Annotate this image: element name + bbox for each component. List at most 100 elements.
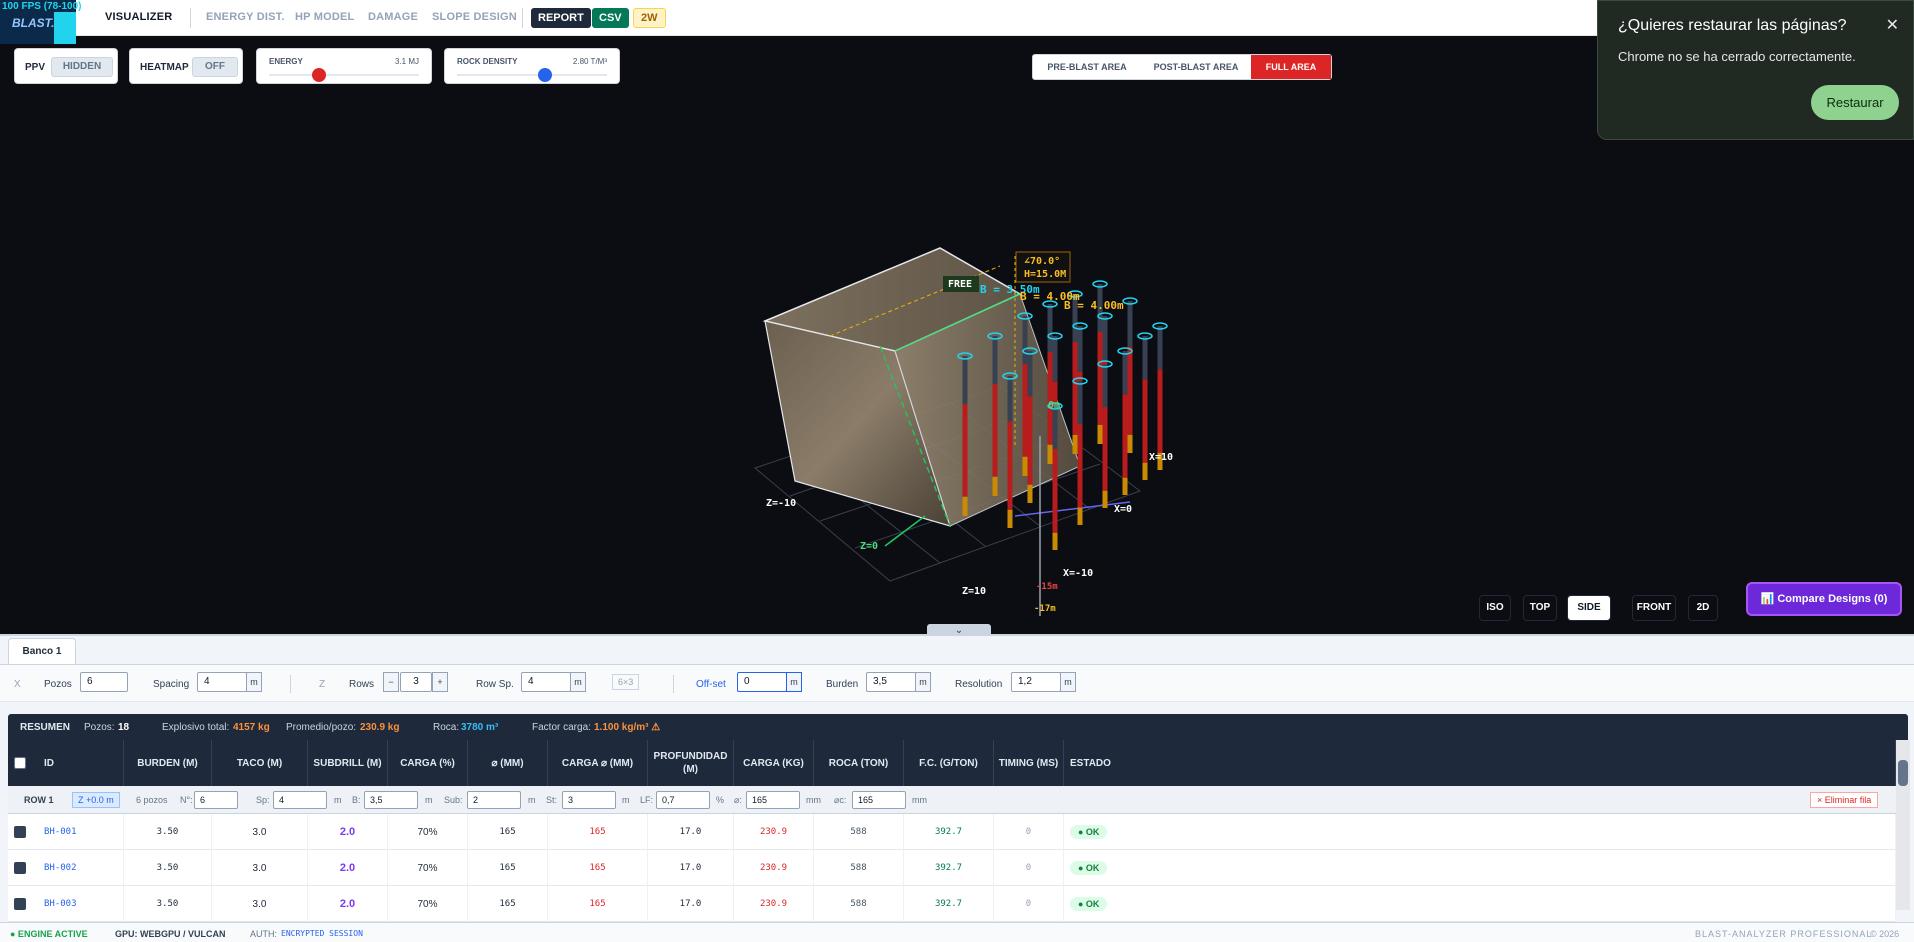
row-diam-input[interactable]: 165 (746, 791, 800, 809)
rows-decrement-button[interactable]: − (383, 672, 399, 692)
brand-name: BLAST-ANALYZER PROFESSIONAL (1695, 929, 1873, 939)
free-face-label: FREE (948, 279, 972, 290)
summary-average-label: Promedio/pozo: (286, 722, 357, 733)
x-axis-label: X (14, 679, 21, 690)
select-all-checkbox[interactable] (14, 757, 26, 769)
rows-increment-button[interactable]: + (432, 672, 448, 692)
nav-hp-model[interactable]: HP MODEL (295, 11, 354, 23)
view-2d-button[interactable]: 2D (1688, 595, 1718, 621)
nav-visualizer[interactable]: VISUALIZER (105, 11, 172, 23)
table-row[interactable]: BH-003 3.50 3.0 2.0 70% 165 165 17.0 230.9 588 392… (8, 886, 1896, 922)
row-checkbox[interactable] (14, 898, 26, 910)
table-cell: 588 (814, 850, 904, 886)
csv-button[interactable]: CSV (592, 8, 629, 28)
blast-hole[interactable] (1152, 322, 1168, 470)
row-charge-diam-input[interactable]: 165 (852, 791, 906, 809)
burden-label: Burden (826, 679, 859, 690)
column-header: ROCA (TON) (814, 740, 904, 786)
cell-id[interactable]: BH-001 (44, 827, 77, 837)
row-diam-unit: mm (806, 795, 821, 805)
scrollbar-thumb[interactable] (1898, 760, 1908, 786)
cell-taco: 3.0 (252, 862, 267, 874)
view-top-button[interactable]: TOP (1523, 595, 1557, 621)
resolution-input[interactable]: 1,2 (1011, 672, 1061, 692)
view-side-button[interactable]: SIDE (1567, 595, 1611, 621)
row-b-input[interactable]: 3,5 (364, 791, 418, 809)
axis-z-0-label: Z=0 (860, 541, 878, 552)
column-header: BURDEN (M) (124, 740, 212, 786)
offset-input[interactable]: 0 (737, 672, 787, 692)
restore-button[interactable]: Restaurar (1811, 85, 1899, 120)
close-icon[interactable]: ✕ (1886, 15, 1899, 35)
axis-x-0-label: X=0 (1114, 504, 1132, 515)
auth-label: AUTH: (250, 929, 277, 939)
cell-carga-kg: 230.9 (759, 827, 788, 837)
row-sub-label: Sub: (444, 795, 463, 805)
table-cell: BH-003 (38, 886, 124, 922)
pozos-input[interactable]: 6 (80, 672, 128, 692)
zero-label: 0m (1048, 400, 1060, 411)
depth-15-label: -15m (1036, 582, 1058, 592)
row-st-input[interactable]: 3 (562, 791, 616, 809)
design-panel: Banco 1 X Pozos 6 Spacing 4 m Z Rows − 3… (0, 636, 1914, 942)
row-st-unit: m (622, 795, 630, 805)
depth-17-label: -17m (1034, 604, 1056, 614)
burden-input[interactable]: 3,5 (866, 672, 916, 692)
cell-id[interactable]: BH-002 (44, 863, 77, 873)
summary-rock: 3780 m³ (461, 722, 499, 733)
row-group-label: ROW 1 (24, 795, 54, 805)
table-cell: 2.0 (308, 814, 388, 850)
table-cell: 3.50 (124, 814, 212, 850)
grid-size-badge: 6×3 (612, 674, 640, 690)
table-cell: BH-001 (38, 814, 124, 850)
resolution-label: Resolution (955, 679, 1003, 690)
cell-diam: 165 (499, 863, 516, 873)
table-cell: 165 (548, 814, 648, 850)
nav-energy[interactable]: ENERGY DIST. (206, 11, 285, 23)
report-button[interactable]: REPORT (531, 8, 591, 28)
summary-bar: RESUMEN Pozos: 18 Explosivo total: 4157 … (8, 714, 1908, 740)
row-lf-input[interactable]: 0,7 (656, 791, 710, 809)
cell-carga-pct: 70% (417, 826, 438, 838)
table-cell: 2.0 (308, 886, 388, 922)
nav-damage[interactable]: DAMAGE (368, 11, 418, 23)
burden-label-3: B = 4.00m (1064, 299, 1124, 312)
height-label: H=15.0M (1024, 269, 1066, 280)
column-header: TIMING (MS) (994, 740, 1064, 786)
row-count: 6 pozos (136, 795, 168, 805)
tab-banco-1[interactable]: Banco 1 (8, 638, 76, 664)
dialog-title: ¿Quieres restaurar las páginas? (1618, 17, 1847, 34)
status-badge: ● OK (1070, 861, 1108, 875)
row-diam-label: ⌀: (734, 795, 742, 805)
summary-factor: 1.100 kg/m³ ⚠ (594, 722, 661, 733)
row-lf-unit: % (716, 795, 725, 805)
row-checkbox[interactable] (14, 826, 26, 838)
column-header: PROFUNDIDAD (M) (648, 740, 734, 786)
row-checkbox[interactable] (14, 862, 26, 874)
column-header: CARGA (%) (388, 740, 468, 786)
rows-input[interactable]: 3 (400, 672, 432, 692)
spacing-unit: m (246, 672, 262, 692)
view-iso-button[interactable]: ISO (1479, 595, 1511, 621)
axis-z-neg10-label: Z=-10 (766, 498, 796, 509)
row-charge-diam-label: ⌀c: (834, 795, 847, 805)
summary-explosive: 4157 kg (233, 722, 270, 733)
view-front-button[interactable]: FRONT (1632, 595, 1676, 621)
nav-slope-design[interactable]: SLOPE DESIGN (432, 11, 517, 23)
table-cell: 70% (388, 886, 468, 922)
table-row[interactable]: BH-001 3.50 3.0 2.0 70% 165 165 17.0 230.9 588 392… (8, 814, 1896, 850)
table-cell: 3.0 (212, 886, 308, 922)
compare-designs-button[interactable]: 📊 Compare Designs (0) (1746, 582, 1902, 616)
restore-pages-dialog: ¿Quieres restaurar las páginas? Chrome n… (1597, 0, 1914, 140)
table-scrollbar[interactable] (1896, 740, 1910, 910)
row-sp-input[interactable]: 4 (273, 791, 327, 809)
spacing-input[interactable]: 4 (197, 672, 247, 692)
two-w-button[interactable]: 2W (633, 8, 666, 28)
row-sub-input[interactable]: 2 (467, 791, 521, 809)
row-n-input[interactable]: 6 (194, 791, 238, 809)
table-row[interactable]: BH-002 3.50 3.0 2.0 70% 165 165 17.0 230.9 588 392… (8, 850, 1896, 886)
cell-id[interactable]: BH-003 (44, 899, 77, 909)
row-spacing-input[interactable]: 4 (521, 672, 571, 692)
param-divider (673, 675, 674, 693)
delete-row-button[interactable]: × Eliminar fila (1810, 792, 1879, 808)
